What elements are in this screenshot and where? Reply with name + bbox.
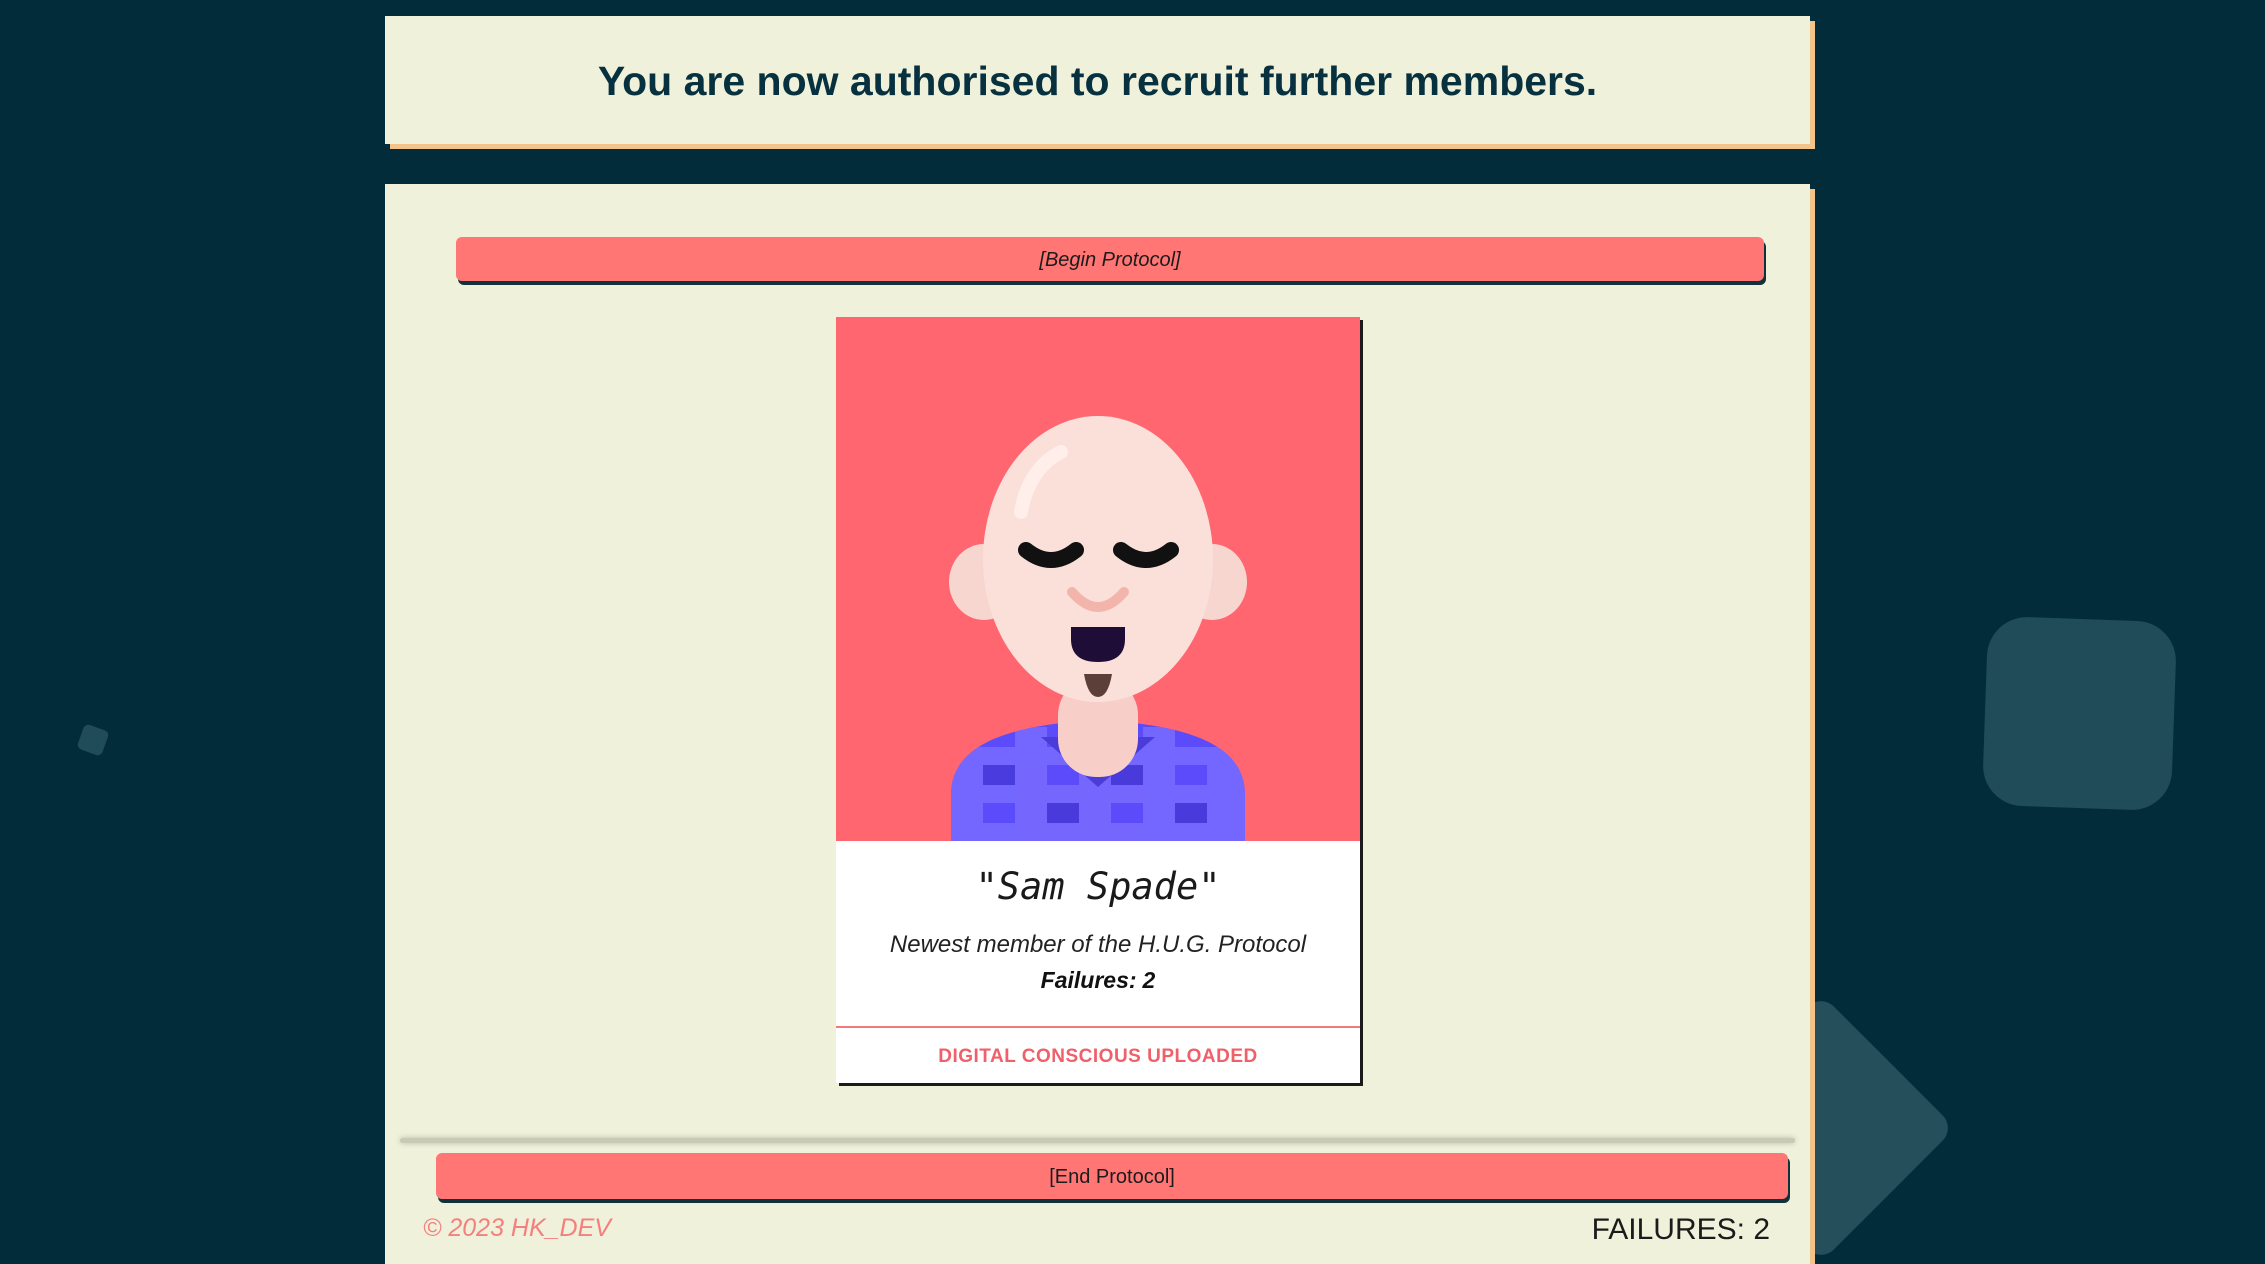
failures-counter-label: FAILURES:	[1591, 1213, 1745, 1246]
begin-protocol-button[interactable]: [Begin Protocol]	[456, 237, 1764, 281]
failures-counter: FAILURES: 2	[1592, 1213, 1770, 1247]
member-failures-label: Failures:	[1040, 967, 1137, 993]
section-separator	[400, 1138, 1795, 1143]
member-failures-value: 2	[1142, 967, 1156, 993]
background-decoration-small	[76, 723, 110, 757]
upload-status: DIGITAL CONSCIOUS UPLOADED	[938, 1046, 1258, 1067]
member-name: "Sam Spade"	[975, 865, 1221, 908]
end-protocol-button[interactable]: [End Protocol]	[436, 1153, 1788, 1199]
avatar	[836, 317, 1360, 841]
failures-counter-value: 2	[1753, 1213, 1770, 1246]
card-divider	[836, 1026, 1360, 1028]
member-failures: Failures: 2	[836, 967, 1360, 994]
background-decoration-square	[1981, 615, 2178, 812]
protocol-panel: [Begin Protocol] "Sam Spade" Newest memb…	[385, 184, 1810, 1264]
authorisation-message: You are now authorised to recruit furthe…	[597, 58, 1598, 104]
member-card: "Sam Spade" Newest member of the H.U.G. …	[836, 317, 1360, 1083]
header-panel: You are now authorised to recruit furthe…	[385, 16, 1810, 144]
avatar-illustration-icon	[949, 416, 1247, 841]
member-description: Newest member of the H.U.G. Protocol	[889, 931, 1307, 958]
copyright-text: © 2023 HK_DEV	[423, 1214, 611, 1242]
